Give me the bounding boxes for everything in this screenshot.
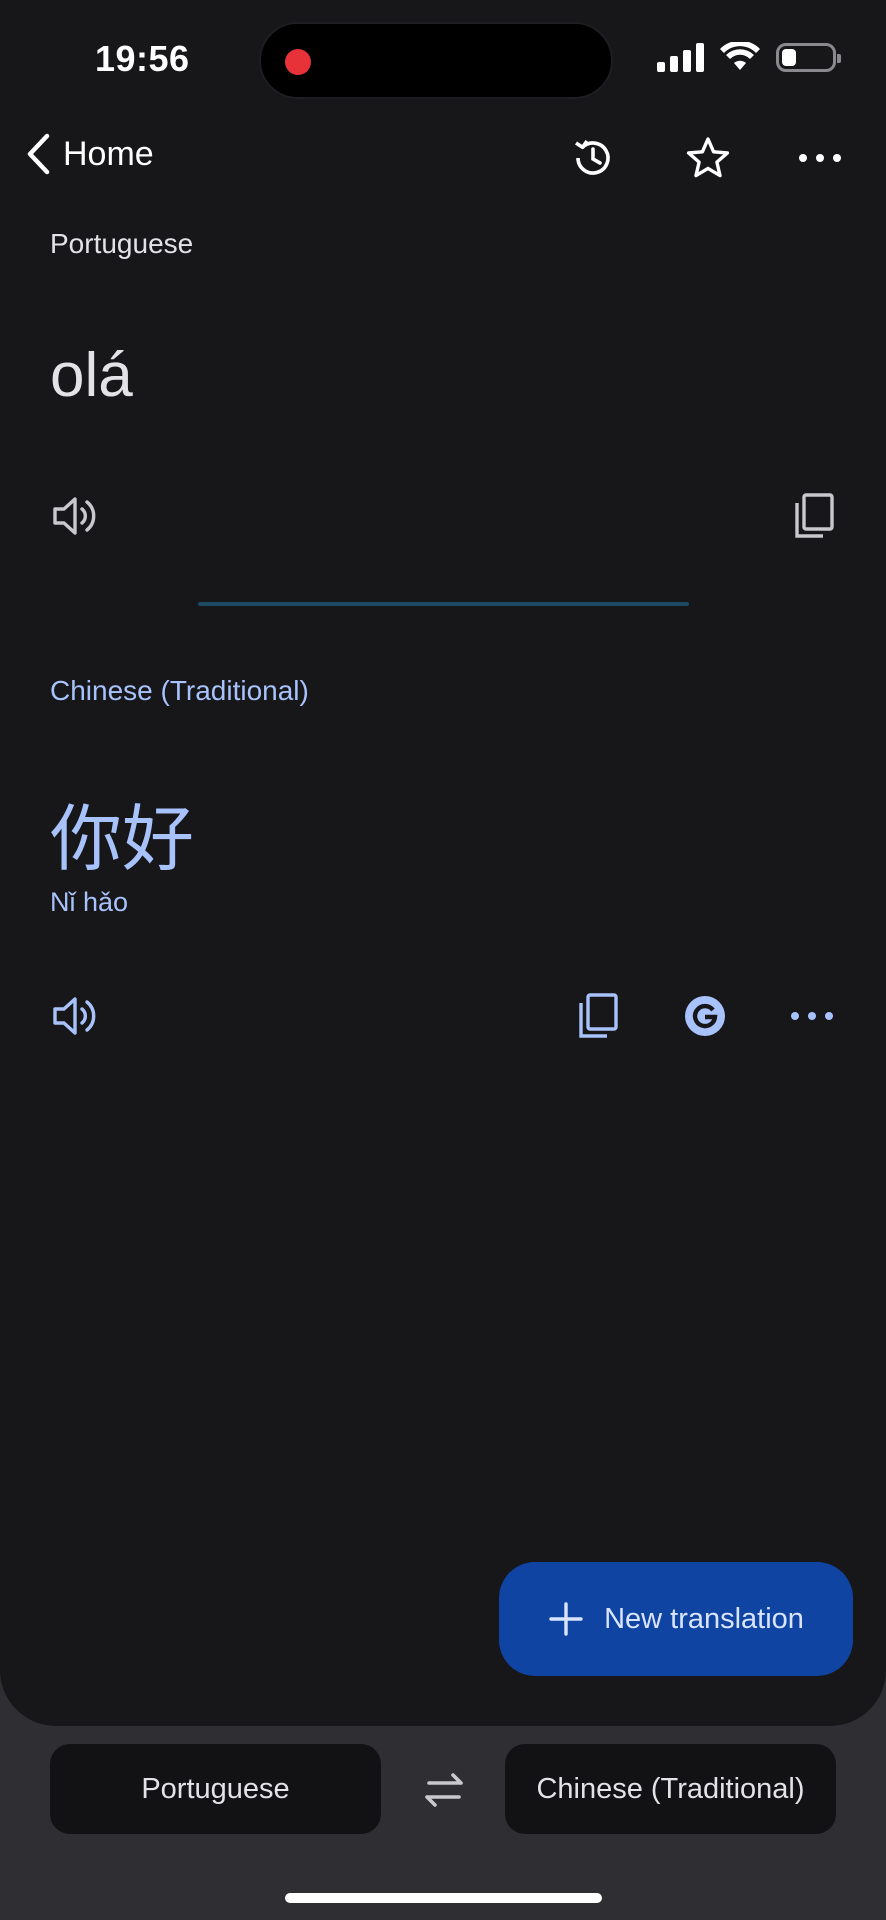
- new-translation-label: New translation: [604, 1602, 804, 1635]
- wifi-icon: [720, 42, 760, 70]
- dynamic-island: [259, 22, 613, 99]
- recording-indicator: [285, 49, 311, 75]
- target-copy-button[interactable]: [568, 986, 628, 1046]
- status-icons: [657, 42, 841, 72]
- target-language-selector-label: Chinese (Traditional): [536, 1772, 805, 1805]
- history-button[interactable]: [568, 133, 618, 183]
- more-icon: [791, 1012, 833, 1020]
- cellular-signal-icon: [657, 42, 704, 72]
- status-time: 19:56: [95, 38, 190, 79]
- target-speak-button[interactable]: [45, 986, 105, 1046]
- star-icon: [686, 137, 730, 178]
- source-speak-button[interactable]: [45, 486, 105, 546]
- new-translation-button[interactable]: New translation: [499, 1562, 853, 1676]
- section-divider: [198, 602, 689, 606]
- target-language-selector[interactable]: Chinese (Traditional): [505, 1744, 836, 1834]
- target-more-button[interactable]: [782, 986, 842, 1046]
- copy-icon: [795, 493, 834, 538]
- google-search-button[interactable]: [675, 986, 735, 1046]
- source-language-label: Portuguese: [50, 228, 194, 259]
- battery-icon: [776, 42, 841, 72]
- source-language-selector-label: Portuguese: [141, 1772, 290, 1805]
- target-language-label: Chinese (Traditional): [50, 675, 309, 706]
- source-text[interactable]: olá: [50, 340, 133, 411]
- top-bar: Home: [0, 125, 886, 185]
- google-icon: [685, 996, 725, 1036]
- back-label: Home: [63, 134, 154, 173]
- battery-level: [782, 48, 796, 66]
- translated-text[interactable]: 你好: [50, 780, 194, 885]
- copy-icon: [579, 993, 618, 1038]
- more-icon: [799, 154, 841, 162]
- back-chevron-icon: [27, 133, 50, 175]
- speaker-icon: [53, 497, 96, 535]
- plus-icon: [549, 1602, 583, 1636]
- source-copy-button[interactable]: [784, 486, 844, 546]
- speaker-icon: [53, 997, 96, 1035]
- favorite-button[interactable]: [683, 133, 733, 183]
- history-icon: [575, 139, 610, 175]
- romanization-text: Nǐ hǎo: [50, 887, 129, 917]
- home-indicator[interactable]: [285, 1893, 602, 1903]
- back-button[interactable]: Home: [25, 133, 154, 175]
- swap-languages-button[interactable]: [414, 1760, 474, 1820]
- more-options-button[interactable]: [795, 133, 845, 183]
- source-language-selector[interactable]: Portuguese: [50, 1744, 381, 1834]
- swap-icon: [425, 1773, 463, 1807]
